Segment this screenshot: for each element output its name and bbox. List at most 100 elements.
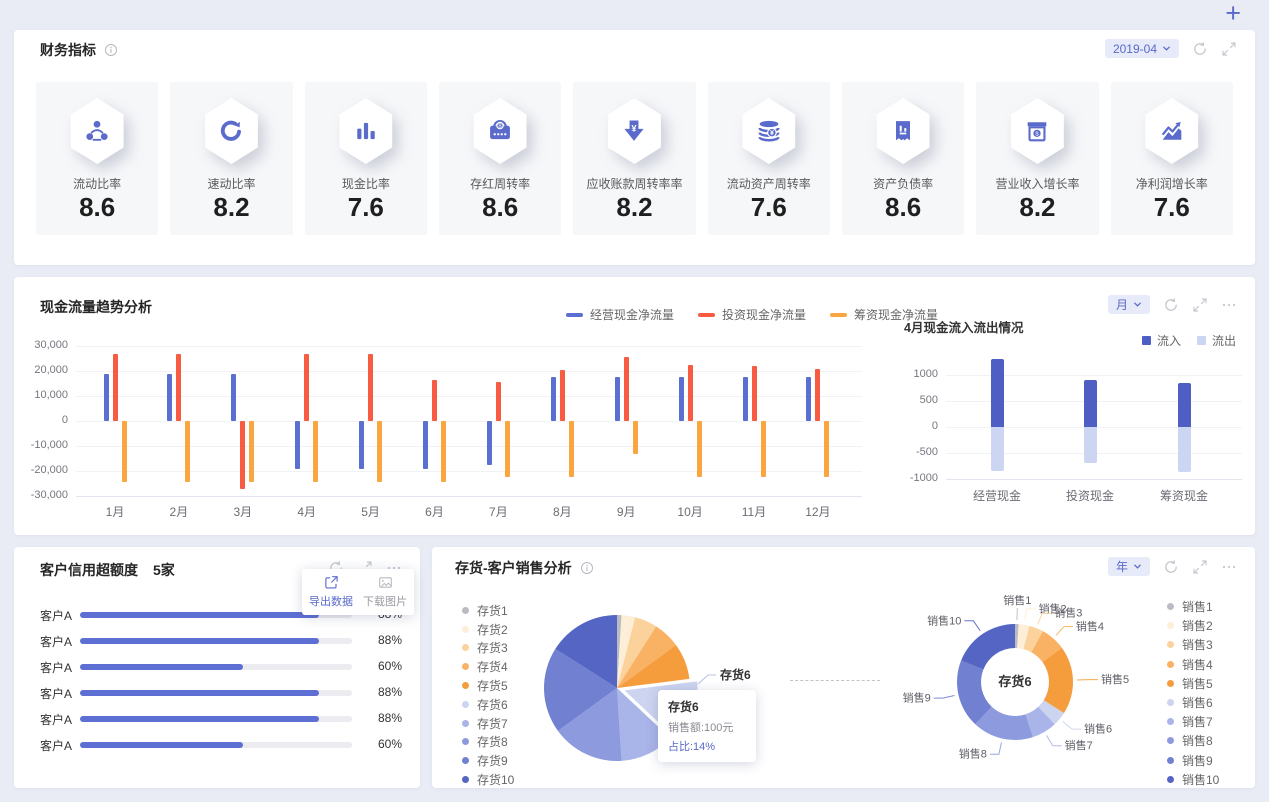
expand-icon[interactable]	[1221, 41, 1237, 57]
kpi-card[interactable]: 现金比率 7.6	[304, 82, 427, 235]
kpi-label: 流动比率	[73, 177, 122, 191]
legend-dot	[1167, 775, 1174, 783]
kpi-value: 8.2	[1019, 192, 1056, 222]
kpi-card[interactable]: 资产负债率 8.6	[841, 82, 965, 235]
donut-label: 销售3	[1054, 606, 1082, 620]
legend-item[interactable]: 销售1	[1167, 597, 1219, 616]
gridline	[946, 478, 1242, 480]
donut-label: 销售1	[1003, 593, 1031, 607]
row-value: 88%	[377, 633, 402, 647]
legend-item[interactable]: 销售3	[1167, 635, 1219, 654]
y-axis-tick: -500	[915, 446, 938, 458]
donut-label-line	[1024, 608, 1036, 621]
export-data-menu-item[interactable]: 导出数据	[304, 575, 358, 609]
legend-dot	[1167, 718, 1174, 726]
kpi-icon-wrap: $	[976, 82, 1098, 172]
kpi-card[interactable]: 净利润增长率 7.6	[1110, 82, 1233, 235]
pie-callout-label: 存货6	[719, 667, 751, 682]
hexagon	[339, 98, 393, 164]
kpi-value: 8.6	[482, 192, 519, 222]
refresh-icon[interactable]	[1163, 559, 1179, 575]
donut-slice[interactable]	[961, 624, 1015, 670]
legend-dot	[1167, 679, 1174, 687]
legend-item[interactable]: 销售9	[1167, 751, 1219, 770]
legend-item[interactable]: 销售2	[1167, 616, 1219, 635]
chevron-down-icon	[1133, 562, 1142, 571]
legend-label: 销售8	[1182, 734, 1213, 749]
panel-financial-indicators: 财务指标 2019-04 流动比率 8.6 速动比率 8.2 现金比率 7.6 $ 存红周转率…	[14, 30, 1255, 265]
kpi-card[interactable]: 速动比率 8.2	[170, 82, 293, 235]
period-dropdown[interactable]: 月	[1107, 295, 1150, 314]
dashboard-page: + 财务指标 2019-04 流动比率 8.6 速动比率 8.2 现金比率 7.6 $ 存红周…	[0, 0, 1269, 802]
info-icon[interactable]	[104, 43, 118, 57]
tooltip-sales: 销售额:100元	[668, 722, 734, 734]
bar-fill[interactable]	[80, 742, 244, 748]
menu-item-label: 下载图片	[363, 596, 407, 608]
bar-inflow[interactable]	[990, 359, 1004, 427]
sales-legend: 销售1 销售2 销售3 销售4 销售5 销售6 销售7 销售8 销售9 销售10	[1167, 597, 1219, 789]
legend-label: 存货8	[477, 735, 508, 750]
period-dropdown[interactable]: 2019-04	[1104, 39, 1179, 58]
kpi-card[interactable]: ¥ 应收账款周转率率 8.2	[573, 82, 696, 235]
more-icon[interactable]	[1221, 297, 1237, 313]
legend-item[interactable]: 销售8	[1167, 731, 1219, 750]
refresh-icon[interactable]	[1163, 297, 1179, 313]
legend-item[interactable]: 存货2	[462, 620, 514, 639]
period-dropdown[interactable]: 年	[1107, 557, 1150, 576]
hexagon	[1145, 98, 1199, 164]
legend-item[interactable]: 销售4	[1167, 655, 1219, 674]
bar-fill[interactable]	[80, 638, 320, 644]
legend-item[interactable]: 存货5	[462, 676, 514, 695]
legend-item[interactable]: 存货1	[462, 601, 514, 620]
legend-item[interactable]: 存货7	[462, 714, 514, 733]
donut-label: 销售10	[927, 613, 961, 627]
add-widget-button[interactable]: +	[1225, 0, 1241, 28]
kpi-card[interactable]: ¥ 流动资产周转率 7.6	[707, 82, 830, 235]
legend-item[interactable]: 存货8	[462, 733, 514, 752]
x-axis-label: 经营现金	[972, 489, 1021, 503]
y-axis-tick: -1000	[909, 472, 938, 484]
info-icon[interactable]	[580, 561, 594, 575]
bar-outflow[interactable]	[1083, 427, 1097, 464]
legend-item[interactable]: 销售10	[1167, 770, 1219, 789]
legend-dot	[1167, 756, 1174, 764]
wallet-icon: $	[486, 117, 514, 145]
legend-item[interactable]: 存货3	[462, 639, 514, 658]
bar-chart-icon	[352, 117, 380, 145]
download-image-menu-item[interactable]: 下载图片	[358, 575, 412, 609]
kpi-card[interactable]: $ 营业收入增长率 8.2	[976, 82, 1099, 235]
legend-item[interactable]: 存货6	[462, 695, 514, 714]
bar-fill[interactable]	[80, 690, 320, 696]
bar-inflow[interactable]	[1177, 382, 1191, 427]
kpi-cards-row: 流动比率 8.6 速动比率 8.2 现金比率 7.6 $ 存红周转率 8.6 ¥ 应收账款周转率率 8…	[36, 82, 1233, 235]
legend-item[interactable]: 销售6	[1167, 693, 1219, 712]
kpi-label: 资产负债率	[873, 177, 934, 191]
bar-outflow[interactable]	[990, 427, 1004, 472]
legend-item[interactable]: 存货9	[462, 751, 514, 770]
bar-fill[interactable]	[80, 716, 320, 722]
bar-outflow[interactable]	[1177, 427, 1191, 473]
legend-dot	[1167, 660, 1174, 668]
expand-icon[interactable]	[1192, 559, 1208, 575]
legend-item[interactable]: 销售7	[1167, 712, 1219, 731]
refresh-icon[interactable]	[1192, 41, 1208, 57]
legend-dot	[462, 757, 469, 765]
bar-fill[interactable]	[80, 664, 244, 670]
legend-dot	[1167, 603, 1174, 611]
more-icon[interactable]	[1221, 559, 1237, 575]
svg-text:¥: ¥	[632, 124, 638, 134]
bar-inflow[interactable]	[1083, 380, 1097, 427]
kpi-card[interactable]: 流动比率 8.6	[36, 82, 159, 235]
kpi-card[interactable]: $ 存红周转率 8.6	[438, 82, 562, 235]
expand-icon[interactable]	[1192, 297, 1208, 313]
legend-dot	[462, 644, 469, 652]
legend-item[interactable]: 存货10	[462, 770, 514, 789]
legend-item[interactable]: 销售5	[1167, 674, 1219, 693]
legend-item[interactable]: 存货4	[462, 657, 514, 676]
donut-label-line	[989, 742, 1002, 755]
bar-fill[interactable]	[80, 612, 320, 618]
svg-text:¥: ¥	[770, 130, 774, 137]
y-axis-tick: 1000	[913, 368, 938, 380]
kpi-icon-wrap	[1111, 82, 1233, 172]
legend-label: 销售2	[1182, 619, 1213, 634]
